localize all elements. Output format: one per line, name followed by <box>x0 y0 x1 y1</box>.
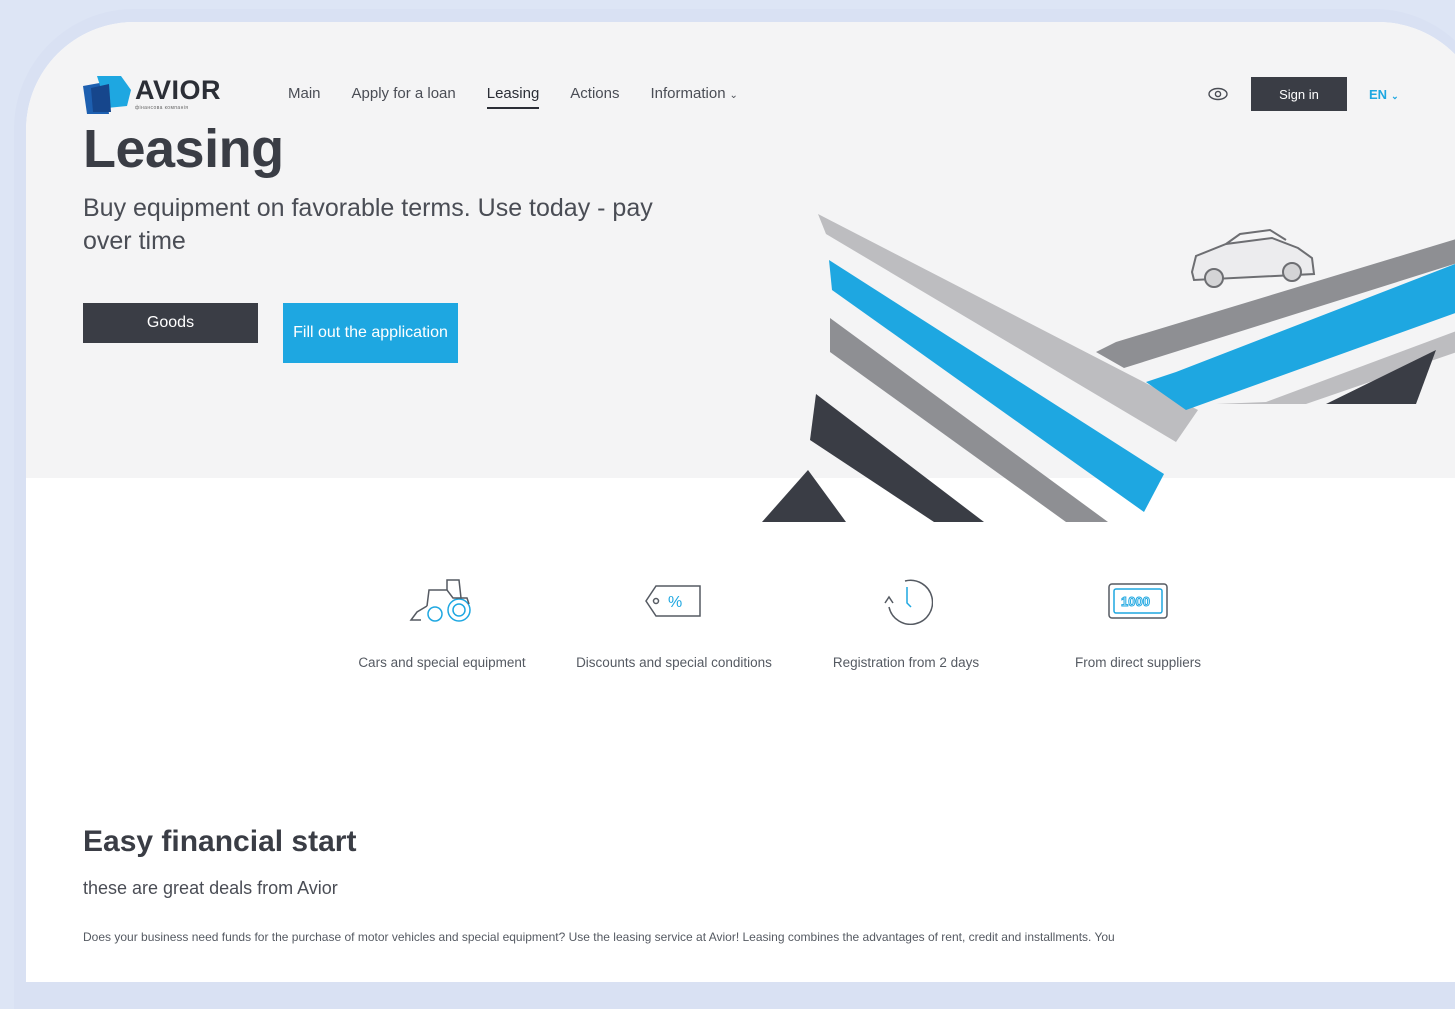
nav-item-actions[interactable]: Actions <box>570 85 619 109</box>
nav-item-apply-loan[interactable]: Apply for a loan <box>352 85 456 109</box>
nav-item-leasing[interactable]: Leasing <box>486 85 540 109</box>
feature-item: Cars and special equipment <box>326 562 558 672</box>
eye-icon[interactable] <box>1208 86 1228 102</box>
nav-item-main[interactable]: Main <box>288 85 321 109</box>
feature-item: 1000 From direct suppliers <box>1022 562 1254 672</box>
nav-item-information-label: Information <box>650 85 726 102</box>
page-title: Leasing <box>83 119 284 179</box>
clock-icon <box>790 562 1022 640</box>
features-list: Cars and special equipment % Discounts a… <box>326 562 1254 672</box>
feature-label: From direct suppliers <box>1074 655 1202 670</box>
language-label: EN <box>1369 87 1388 102</box>
goods-button[interactable]: Goods <box>83 303 258 343</box>
chevron-down-icon: ⌄ <box>729 90 738 101</box>
page: AVIOR фінансова компанія Main Apply for … <box>26 22 1455 982</box>
road-illustration <box>746 172 1455 532</box>
logo-name: AVIOR <box>135 75 222 105</box>
section-subtitle: these are great deals from Avior <box>83 878 338 898</box>
section-description: Does your business need funds for the pu… <box>83 930 1115 944</box>
discount-tag-icon: % <box>558 562 790 640</box>
fill-application-button[interactable]: Fill out the application <box>283 303 458 363</box>
feature-label: Cars and special equipment <box>358 655 526 670</box>
logo-tagline: фінансова компанія <box>135 105 189 111</box>
sign-in-button[interactable]: Sign in <box>1251 77 1347 111</box>
tractor-icon <box>326 562 558 640</box>
nav-item-information[interactable]: Information ⌄ <box>651 85 738 109</box>
language-selector[interactable]: EN ⌄ <box>1369 87 1399 102</box>
feature-item: Registration from 2 days <box>790 562 1022 672</box>
hero-subtitle: Buy equipment on favorable terms. Use to… <box>83 194 653 255</box>
feature-item: % Discounts and special conditions <box>558 562 790 672</box>
svg-text:%: % <box>668 594 682 611</box>
feature-label: Registration from 2 days <box>832 655 980 670</box>
section-title: Easy financial start <box>83 825 357 858</box>
feature-label: Discounts and special conditions <box>576 655 772 670</box>
logo[interactable]: AVIOR фінансова компанія <box>83 76 221 114</box>
chevron-down-icon: ⌄ <box>1391 91 1399 101</box>
logo-mark-icon <box>83 76 131 114</box>
banknote-icon: 1000 <box>1022 562 1254 640</box>
svg-text:1000: 1000 <box>1121 594 1150 609</box>
main-nav: Main Apply for a loan Leasing Actions In… <box>288 85 769 109</box>
